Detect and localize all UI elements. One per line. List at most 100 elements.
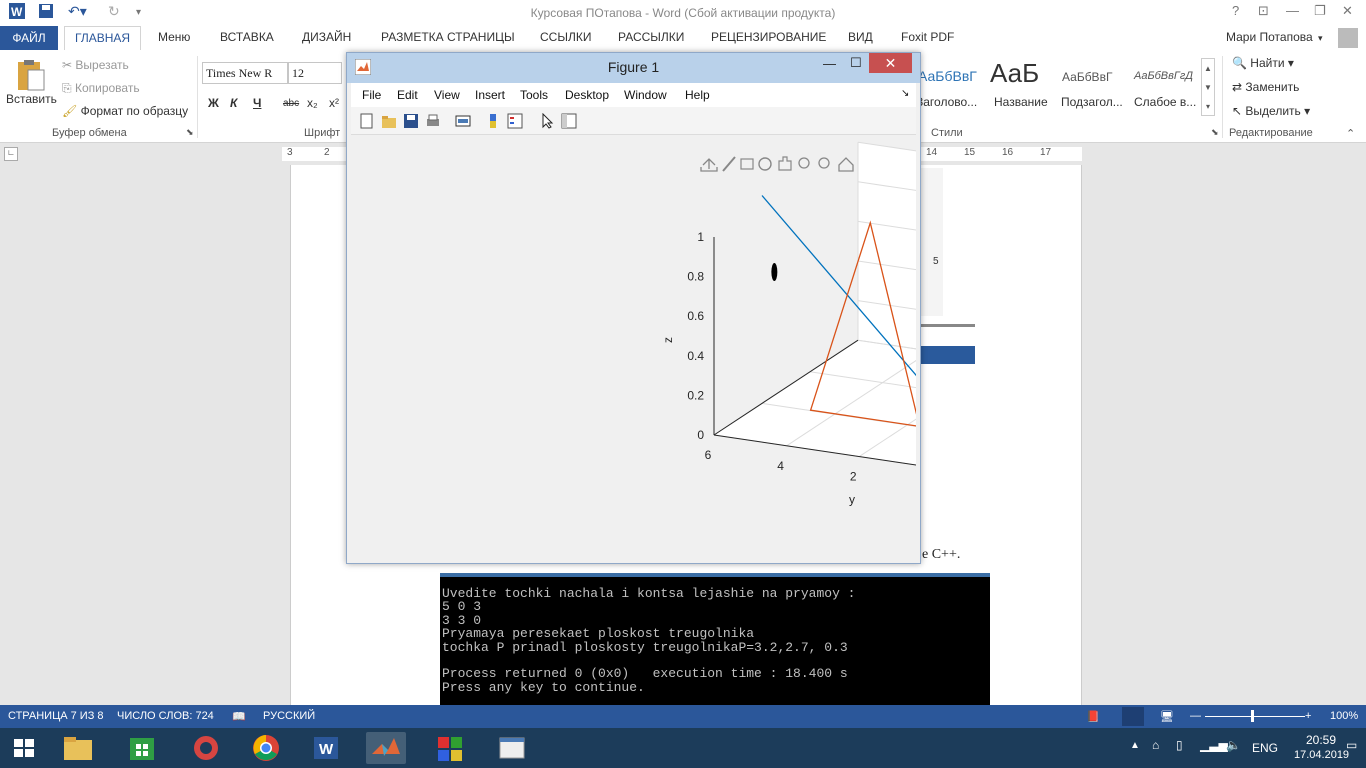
menu-tools[interactable]: Tools — [520, 88, 548, 102]
dock-icon[interactable]: ↘ — [901, 88, 909, 99]
tab-home[interactable]: ГЛАВНАЯ — [64, 26, 142, 50]
replace-button[interactable]: ⇄ Заменить — [1232, 80, 1299, 94]
superscript-button[interactable]: x² — [329, 96, 339, 110]
tab-view[interactable]: ВИД — [848, 30, 873, 44]
input-language[interactable]: ENG — [1252, 741, 1278, 755]
page-counter[interactable]: СТРАНИЦА 7 ИЗ 8 — [8, 710, 104, 722]
file-explorer-icon[interactable] — [58, 732, 98, 764]
tab-mailings[interactable]: РАССЫЛКИ — [618, 30, 684, 44]
tab-page-layout[interactable]: РАЗМЕТКА СТРАНИЦЫ — [381, 30, 515, 44]
collapse-ribbon-icon[interactable]: ⌃ — [1346, 127, 1355, 140]
notifications-icon[interactable]: ▭ — [1346, 738, 1357, 752]
link-plot-icon[interactable] — [455, 113, 471, 129]
print-icon[interactable] — [425, 113, 441, 129]
language-indicator[interactable]: РУССКИЙ — [263, 710, 315, 722]
matlab-taskbar-icon[interactable] — [366, 732, 406, 764]
cut-button[interactable]: ✂ Вырезать — [62, 58, 129, 72]
zoom-out-icon[interactable] — [818, 157, 830, 169]
export-icon[interactable] — [700, 158, 718, 172]
web-layout-icon[interactable]: 🖥 — [1160, 710, 1174, 723]
clipboard-dialog-icon[interactable]: ⬊ — [186, 127, 194, 138]
figure-maximize-icon[interactable]: ☐ — [850, 55, 862, 71]
figure-title-bar[interactable]: Figure 1 — ☐ ✕ — [347, 53, 920, 83]
edit-plot-icon[interactable] — [539, 113, 555, 129]
tray-network-icon[interactable]: ⌂ — [1152, 738, 1159, 752]
figure-minimize-icon[interactable]: — — [823, 56, 836, 71]
subscript-button[interactable]: x₂ — [307, 96, 318, 110]
select-button[interactable]: ↖ Выделить ▾ — [1232, 104, 1310, 118]
avatar[interactable] — [1338, 28, 1358, 48]
styles-dialog-icon[interactable]: ⬊ — [1211, 127, 1219, 138]
battery-icon[interactable]: ▯ — [1176, 738, 1183, 752]
open-file-icon[interactable] — [381, 113, 397, 129]
menu-edit[interactable]: Edit — [397, 88, 418, 102]
clock-time[interactable]: 20:59 — [1306, 733, 1336, 747]
zoom-slider[interactable] — [1205, 716, 1305, 717]
strikethrough-button[interactable]: abc — [283, 98, 299, 109]
tab-foxit[interactable]: Foxit PDF — [901, 30, 954, 44]
signal-icon[interactable]: ▁▃▅ — [1200, 738, 1228, 752]
menu-help[interactable]: Help — [685, 88, 710, 102]
font-name-box[interactable]: Times New R — [202, 62, 288, 84]
zoom-slider-thumb[interactable] — [1251, 710, 1254, 722]
ccleaner-icon[interactable] — [186, 732, 226, 764]
chrome-icon[interactable] — [246, 732, 286, 764]
property-editor-icon[interactable] — [561, 113, 577, 129]
tray-overflow-icon[interactable]: ▲ — [1130, 740, 1140, 751]
volume-icon[interactable]: 🔈 — [1226, 738, 1241, 752]
brush-data-icon[interactable] — [722, 156, 736, 172]
proofing-icon[interactable]: 📖 — [232, 710, 246, 723]
app-icon[interactable] — [430, 732, 470, 764]
figure-close-button[interactable]: ✕ — [869, 53, 912, 73]
user-name[interactable]: Мари Потапова — [1226, 30, 1313, 44]
menu-window[interactable]: Window — [624, 88, 667, 102]
style-preview-subtle[interactable]: АаБбВвГгД — [1134, 70, 1193, 82]
rotate-3d-icon[interactable] — [758, 157, 772, 171]
window-app-icon[interactable] — [492, 732, 532, 764]
copy-button[interactable]: ⎘ Копировать — [62, 81, 140, 96]
data-tips-icon[interactable] — [740, 158, 754, 170]
plot-area[interactable]: 0246-2024600.20.40.60.81xyz — [351, 137, 1167, 555]
menu-insert[interactable]: Insert — [475, 88, 505, 102]
clock-date[interactable]: 17.04.2019 — [1294, 749, 1349, 761]
tab-stop-selector[interactable]: ∟ — [4, 147, 18, 161]
style-preview-heading[interactable]: АаБбВвГ — [918, 68, 977, 84]
zoom-in-icon[interactable]: + — [1305, 710, 1311, 722]
style-preview-title[interactable]: АаБ — [990, 58, 1039, 89]
user-menu-icon[interactable]: ▾ — [1318, 33, 1323, 44]
tab-references[interactable]: ССЫЛКИ — [540, 30, 591, 44]
read-mode-icon[interactable]: 📕 — [1086, 710, 1100, 723]
pan-icon[interactable] — [778, 156, 792, 171]
help-button[interactable]: ? — [1232, 3, 1239, 18]
word-taskbar-icon[interactable]: W — [306, 732, 346, 764]
legend-icon[interactable] — [507, 113, 523, 129]
print-layout-icon[interactable] — [1122, 707, 1144, 726]
paste-button[interactable]: Вставить — [6, 92, 57, 106]
format-painter-button[interactable]: 🖌 Формат по образцу — [62, 104, 188, 118]
tab-design[interactable]: ДИЗАЙН — [302, 30, 351, 44]
store-icon[interactable] — [122, 732, 162, 764]
menu-desktop[interactable]: Desktop — [565, 88, 609, 102]
save-figure-icon[interactable] — [403, 113, 419, 129]
tab-review[interactable]: РЕЦЕНЗИРОВАНИЕ — [711, 30, 826, 44]
underline-button[interactable]: Ч — [253, 96, 261, 110]
find-button[interactable]: 🔍 Найти ▾ — [1232, 56, 1294, 70]
matlab-figure-window[interactable]: Figure 1 — ☐ ✕ File Edit View Insert Too… — [346, 52, 1167, 564]
style-preview-subtitle[interactable]: АаБбВвГ — [1062, 70, 1112, 84]
italic-button[interactable]: К — [230, 96, 237, 110]
zoom-out-icon[interactable]: — — [1190, 710, 1201, 722]
colorbar-icon[interactable] — [485, 113, 501, 129]
close-icon[interactable]: ✕ — [1342, 3, 1353, 19]
font-size-box[interactable]: 12 — [288, 62, 342, 84]
ribbon-display-icon[interactable]: ⊡ — [1258, 3, 1269, 19]
zoom-level[interactable]: 100% — [1330, 710, 1358, 722]
tab-menu[interactable]: Меню — [158, 30, 190, 44]
word-count[interactable]: ЧИСЛО СЛОВ: 724 — [117, 710, 214, 722]
restore-icon[interactable]: ❐ — [1314, 3, 1326, 19]
tab-file[interactable]: ФАЙЛ — [0, 26, 58, 50]
windows-start-icon[interactable] — [4, 732, 44, 764]
tab-insert[interactable]: ВСТАВКА — [220, 30, 274, 44]
zoom-in-icon[interactable] — [798, 157, 810, 169]
bold-button[interactable]: Ж — [208, 96, 219, 110]
menu-file[interactable]: File — [362, 88, 381, 102]
